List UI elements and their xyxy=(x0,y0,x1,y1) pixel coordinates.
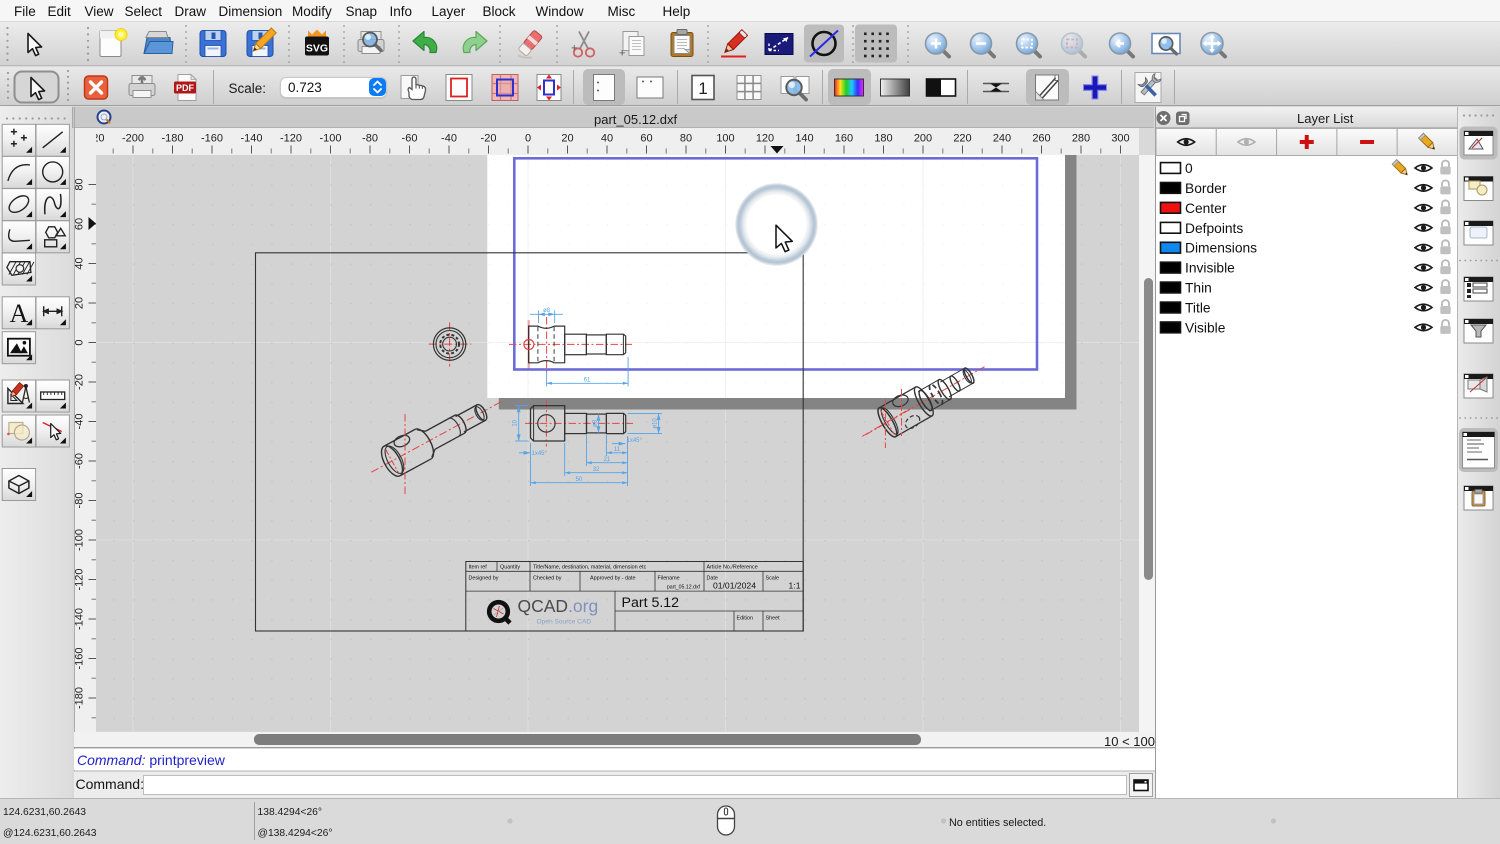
svg-text:Filename: Filename xyxy=(658,576,680,582)
svg-text:Article No./Reference: Article No./Reference xyxy=(707,565,758,571)
svg-text:Part 5.12: Part 5.12 xyxy=(622,595,680,611)
svg-text:-100: -100 xyxy=(74,529,86,551)
svg-text:Quantity: Quantity xyxy=(500,565,520,571)
svg-text:-140: -140 xyxy=(74,608,86,630)
svg-text:part_05.12.dxf: part_05.12.dxf xyxy=(667,584,701,590)
svg-text:01/01/2024: 01/01/2024 xyxy=(713,581,756,591)
svg-text:Edition: Edition xyxy=(737,616,753,622)
svg-text:-180: -180 xyxy=(74,687,86,709)
svg-text:Approved by - date: Approved by - date xyxy=(590,576,636,582)
svg-text:-120: -120 xyxy=(74,568,86,590)
svg-text:Designed by: Designed by xyxy=(469,576,499,582)
svg-text:Item ref: Item ref xyxy=(469,565,488,571)
svg-text:-160: -160 xyxy=(74,647,86,669)
svg-text:Title/Name, destination, mater: Title/Name, destination, material, dimen… xyxy=(533,565,647,571)
svg-text:1:1: 1:1 xyxy=(789,581,801,591)
svg-text:Checked by: Checked by xyxy=(533,576,562,582)
svg-text:Scale: Scale xyxy=(766,576,780,582)
svg-text:QCAD.org: QCAD.org xyxy=(518,596,599,616)
svg-text:Sheet: Sheet xyxy=(766,616,781,622)
svg-text:Open Source CAD: Open Source CAD xyxy=(537,619,592,626)
